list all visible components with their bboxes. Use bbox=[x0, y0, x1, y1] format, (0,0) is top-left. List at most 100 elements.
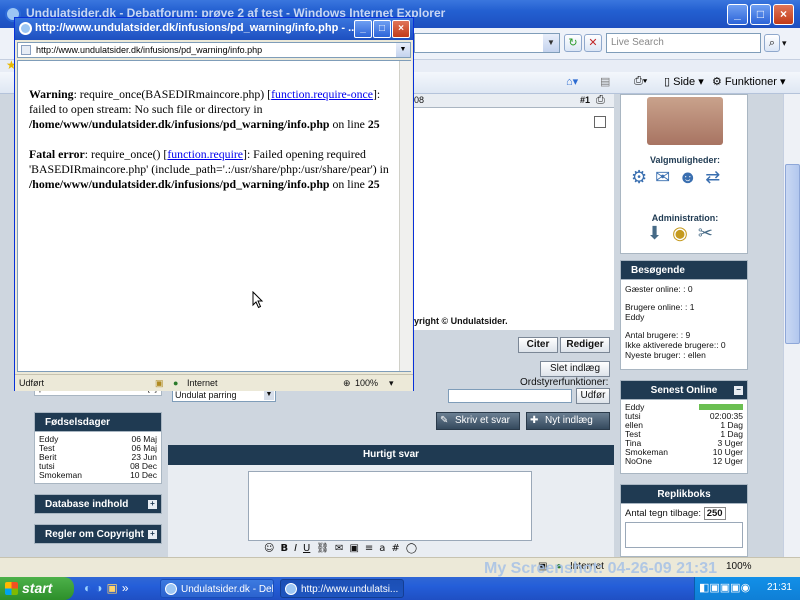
regler-title: Regler om Copyright bbox=[45, 529, 144, 540]
popup-address-bar[interactable]: http://www.undulatsider.dk/infusions/pd_… bbox=[17, 42, 411, 58]
execute-button[interactable]: Udfør bbox=[576, 388, 610, 404]
home-icon[interactable]: ⌂▾ bbox=[566, 75, 578, 88]
popup-zoom-level[interactable]: 100% bbox=[355, 375, 378, 391]
database-panel-header[interactable]: Database indhold + bbox=[34, 494, 162, 514]
maximize-button[interactable]: □ bbox=[750, 4, 771, 25]
bold-icon[interactable]: B bbox=[280, 543, 288, 554]
quote-button[interactable]: Citer bbox=[518, 337, 558, 353]
tray-icons[interactable]: ◧▣▣▣◉ bbox=[699, 581, 750, 594]
shoutbox-textarea[interactable] bbox=[625, 522, 743, 548]
taskbar-item-active[interactable]: http://www.undulatsi... bbox=[280, 579, 404, 598]
close-button[interactable]: × bbox=[773, 4, 794, 25]
settings-gear-icon[interactable]: ⚙ bbox=[631, 167, 647, 188]
popup-maximize-button[interactable]: □ bbox=[373, 20, 391, 38]
shoutbox-header: Replikboks bbox=[620, 484, 748, 504]
align-icon[interactable]: ≡ bbox=[365, 543, 373, 554]
quicklaunch-expand-icon[interactable]: » bbox=[122, 581, 129, 595]
minimize-button[interactable]: _ bbox=[727, 4, 748, 25]
text-size-icon[interactable]: a bbox=[379, 543, 385, 554]
admin-badge-icon[interactable]: ◉ bbox=[672, 223, 688, 244]
right-sidebar: Valgmuligheder: ⚙ ✉ ☻ ⇄ Administration: … bbox=[620, 94, 748, 557]
reply-button[interactable]: ✎ Skriv et svar bbox=[436, 412, 520, 430]
members-icon[interactable]: ☻ bbox=[678, 167, 697, 188]
warning-doc-link[interactable]: function.require-once bbox=[271, 87, 373, 101]
download-icon[interactable]: ⬇ bbox=[647, 223, 662, 244]
avatar[interactable] bbox=[647, 97, 723, 145]
new-post-button[interactable]: ✚ Nyt indlæg bbox=[526, 412, 610, 430]
popup-title: http://www.undulatsider.dk/infusions/pd_… bbox=[35, 22, 358, 34]
popup-close-button[interactable]: × bbox=[392, 20, 410, 38]
zoom-chevron-icon[interactable]: ▾ bbox=[389, 375, 394, 391]
fatal-error-doc-link[interactable]: function.require bbox=[167, 147, 243, 161]
main-zoom-level[interactable]: 100% bbox=[726, 561, 752, 572]
delete-post-button[interactable]: Slet indlæg bbox=[540, 361, 610, 377]
popup-minimize-button[interactable]: _ bbox=[354, 20, 372, 38]
birthday-row: Smokeman 10 Dec bbox=[39, 471, 157, 480]
feeds-icon[interactable]: ▤ bbox=[600, 75, 610, 88]
chevron-down-icon[interactable]: ▼ bbox=[543, 34, 559, 52]
taskbar-item-label: Undulatsider.dk - Deb... bbox=[181, 584, 273, 595]
main-scrollbar[interactable] bbox=[783, 94, 800, 557]
warning-message: Warning: require_once(BASEDIRmaincore.ph… bbox=[29, 87, 394, 132]
online-user-name[interactable]: Eddy bbox=[625, 312, 743, 322]
search-input[interactable]: Live Search bbox=[606, 33, 761, 53]
visitors-panel: Gæster online: : 0 Brugere online: : 1 E… bbox=[620, 280, 748, 370]
moderator-functions-label: Ordstyrerfunktioner: bbox=[520, 377, 609, 388]
smiley-icon[interactable]: ☺ bbox=[264, 543, 274, 554]
chars-left-label: Antal tegn tilbage: bbox=[625, 508, 702, 519]
page-menu[interactable]: ▯ Side ▾ bbox=[664, 75, 704, 88]
post-copyright: yright © Undulatsider. bbox=[414, 316, 614, 330]
tools-icon[interactable]: ✂ bbox=[698, 223, 713, 244]
post-select-checkbox[interactable] bbox=[594, 116, 606, 128]
taskbar-item[interactable]: Undulatsider.dk - Deb... bbox=[160, 579, 274, 598]
code-icon[interactable]: # bbox=[391, 543, 399, 554]
popup-status-bar: Udført ▣ ● Internet ⊕ 100% ▾ bbox=[15, 374, 413, 391]
edit-button[interactable]: Rediger bbox=[560, 337, 610, 353]
stop-icon[interactable]: ✕ bbox=[584, 34, 602, 52]
fatal-error-file-path: /home/www/undulatsider.dk/infusions/pd_w… bbox=[29, 177, 330, 191]
logout-icon[interactable]: ⇄ bbox=[705, 167, 720, 188]
link-icon[interactable]: ⛓ bbox=[316, 543, 329, 554]
popup-zone-label: Internet bbox=[187, 378, 218, 388]
quicklaunch-ie-icon[interactable]: ◐ bbox=[84, 581, 91, 595]
scrollbar-thumb[interactable] bbox=[785, 164, 800, 344]
search-options-chevron-icon[interactable]: ▾ bbox=[782, 38, 787, 49]
tools-menu-label: Funktioner bbox=[724, 76, 777, 88]
expand-icon[interactable]: + bbox=[148, 500, 157, 509]
print-icon[interactable]: ⎙▾ bbox=[634, 75, 647, 88]
chevron-down-icon[interactable]: ▼ bbox=[396, 43, 410, 57]
messages-icon[interactable]: ✉ bbox=[655, 167, 670, 188]
color-icon[interactable]: ◯ bbox=[406, 543, 417, 554]
start-button[interactable]: start bbox=[0, 577, 74, 600]
quick-reply-textarea[interactable] bbox=[248, 471, 532, 541]
birthdays-header[interactable]: Fødselsdager bbox=[34, 412, 162, 432]
italic-icon[interactable]: I bbox=[294, 543, 297, 554]
security-lock-icon: ▣ bbox=[155, 378, 164, 388]
tools-menu[interactable]: ⚙ Funktioner ▾ bbox=[712, 75, 785, 88]
online-time: 12 Uger bbox=[712, 456, 743, 466]
quicklaunch-ie-icon[interactable]: ◑ bbox=[95, 581, 102, 595]
moderator-select[interactable] bbox=[448, 389, 572, 403]
new-post-icon: ✚ bbox=[530, 415, 539, 426]
regler-panel-header[interactable]: Regler om Copyright + bbox=[34, 524, 162, 544]
search-icon[interactable]: ⌕ bbox=[764, 34, 780, 52]
underline-icon[interactable]: U bbox=[303, 543, 310, 554]
print-post-icon[interactable]: ⎙ bbox=[596, 94, 605, 107]
popup-scrollbar[interactable] bbox=[399, 61, 412, 371]
reply-icon: ✎ bbox=[440, 415, 449, 426]
quicklaunch-folder-icon[interactable]: ▣ bbox=[107, 581, 118, 595]
admin-title: Administration: bbox=[651, 213, 719, 223]
image-icon[interactable]: ▣ bbox=[349, 543, 358, 554]
popup-title-bar[interactable]: http://www.undulatsider.dk/infusions/pd_… bbox=[15, 18, 413, 40]
popup-content: Warning: require_once(BASEDIRmaincore.ph… bbox=[17, 60, 411, 372]
online-user[interactable]: NoOne bbox=[625, 457, 652, 466]
page-icon: ▯ bbox=[664, 76, 674, 88]
address-bar-tail[interactable]: ▼ bbox=[414, 33, 560, 53]
shoutbox-title: Replikboks bbox=[657, 489, 711, 500]
quick-reply-header: Hurtigt svar bbox=[168, 445, 614, 465]
refresh-icon[interactable]: ↻ bbox=[564, 34, 582, 52]
clock[interactable]: 21:31 bbox=[767, 582, 792, 593]
email-icon[interactable]: ✉ bbox=[335, 543, 343, 554]
collapse-icon[interactable]: − bbox=[734, 386, 743, 395]
expand-icon[interactable]: + bbox=[148, 530, 157, 539]
